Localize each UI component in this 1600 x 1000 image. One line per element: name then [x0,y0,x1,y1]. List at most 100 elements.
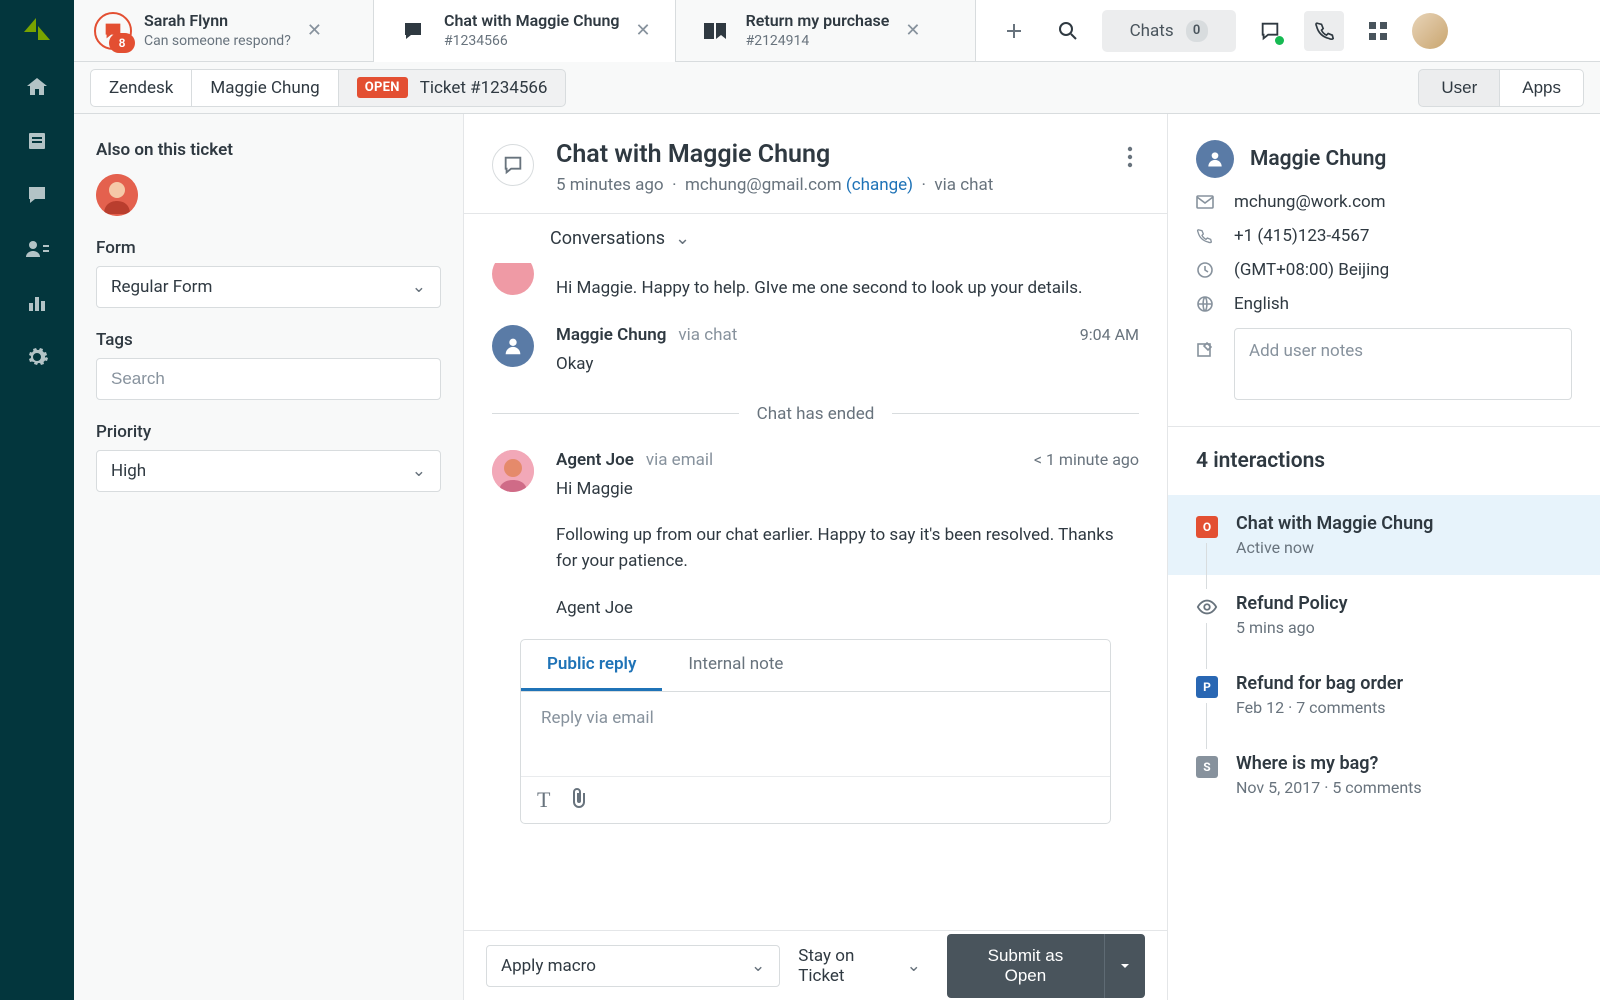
notes-icon [1196,342,1216,358]
message-thread[interactable]: Hi Maggie. Happy to help. GIve me one se… [464,263,1167,930]
user-toggle-button[interactable]: User [1418,69,1500,107]
tab-subtitle: #1234566 [444,32,619,50]
tab-chat-maggie[interactable]: Chat with Maggie Chung #1234566 ✕ [374,0,676,61]
user-info-panel: Maggie Chung mchung@work.com +1 (415)123… [1168,114,1600,1000]
customers-icon[interactable] [24,236,50,262]
phone-icon [1196,228,1216,244]
form-select[interactable]: Regular Form ⌄ [96,266,441,308]
also-on-ticket-heading: Also on this ticket [96,140,441,160]
user-phone[interactable]: +1 (415)123-4567 [1196,226,1572,246]
form-label: Form [96,238,441,258]
message-text: Agent Joe [556,595,1139,621]
globe-icon [1196,295,1216,313]
crumb-user[interactable]: Maggie Chung [192,69,338,107]
new-tab-button[interactable] [994,11,1034,51]
chevron-down-icon: ⌄ [751,956,765,976]
brand-logo[interactable] [20,12,54,46]
user-email[interactable]: mchung@work.com [1196,192,1572,212]
message-time: < 1 minute ago [1034,450,1139,469]
user-timezone[interactable]: (GMT+08:00) Beijing [1196,260,1572,280]
message-text: Following up from our chat earlier. Happ… [556,522,1139,575]
ticket-footer: Apply macro ⌄ Stay on Ticket ⌄ Submit as… [464,930,1167,1000]
profile-avatar[interactable] [1412,13,1448,49]
tags-label: Tags [96,330,441,350]
tab-status-icon [94,12,132,50]
interaction-item[interactable]: S Where is my bag? Nov 5, 2017 · 5 comme… [1168,735,1600,815]
tab-return-purchase[interactable]: Return my purchase #2124914 ✕ [676,0,976,61]
tab-title: Return my purchase [746,11,890,32]
home-icon[interactable] [24,74,50,100]
status-open-icon: O [1196,516,1218,538]
nav-rail [0,0,74,1000]
crumb-org[interactable]: Zendesk [90,69,192,107]
priority-label: Priority [96,422,441,442]
close-icon[interactable]: ✕ [631,16,654,45]
crumb-ticket[interactable]: OPEN Ticket #1234566 [339,69,567,107]
apply-macro-select[interactable]: Apply macro ⌄ [486,945,780,987]
tab-sarah-flynn[interactable]: Sarah Flynn Can someone respond? ✕ [74,0,374,61]
close-icon[interactable]: ✕ [303,16,326,45]
talk-icon[interactable] [1250,11,1290,51]
conversations-dropdown[interactable]: Conversations ⌄ [464,213,1167,263]
user-avatar [1196,140,1234,178]
conversation-panel: Chat with Maggie Chung 5 minutes ago · m… [464,114,1168,1000]
attachment-icon[interactable] [570,787,588,813]
reply-textarea[interactable]: Reply via email [521,692,1110,776]
phone-icon[interactable] [1304,11,1344,51]
chats-count: 0 [1186,20,1208,42]
conversation-meta: 5 minutes ago · mchung@gmail.com (change… [556,175,993,195]
breadcrumb-bar: Zendesk Maggie Chung OPEN Ticket #123456… [74,62,1600,114]
more-menu-icon[interactable] [1121,140,1139,174]
message-author: Agent Joe [556,450,634,470]
interaction-item[interactable]: Refund Policy 5 mins ago [1168,575,1600,655]
internal-note-tab[interactable]: Internal note [662,640,809,691]
text-format-icon[interactable]: T [537,787,550,813]
chat-bubble-icon [394,12,432,50]
interaction-item[interactable]: O Chat with Maggie Chung Active now [1168,495,1600,575]
ticket-number: Ticket #1234566 [420,78,548,98]
apps-grid-icon[interactable] [1358,11,1398,51]
message-text: Hi Maggie [556,476,1139,502]
apps-toggle-button[interactable]: Apps [1500,69,1584,107]
chevron-down-icon: ⌄ [412,277,426,297]
reports-icon[interactable] [24,290,50,316]
search-icon[interactable] [1048,11,1088,51]
public-reply-tab[interactable]: Public reply [521,640,662,691]
tab-subtitle: #2124914 [746,32,890,50]
user-language[interactable]: English [1196,294,1572,314]
chats-dropdown[interactable]: Chats 0 [1102,10,1236,52]
tags-input[interactable] [96,358,441,400]
tab-title: Sarah Flynn [144,11,291,32]
chat-channel-icon [492,144,534,186]
conversation-title: Chat with Maggie Chung [556,140,993,169]
user-name: Maggie Chung [1250,147,1386,171]
clock-icon [1196,261,1216,279]
submit-button[interactable]: Submit as Open [947,934,1104,998]
settings-icon[interactable] [24,344,50,370]
user-notes-input[interactable]: Add user notes [1234,328,1572,400]
eye-icon [1196,596,1218,618]
message-via: via chat [678,325,737,345]
message-text: Okay [556,351,1139,377]
interactions-heading: 4 interactions [1168,427,1600,495]
status-solved-icon: S [1196,756,1218,778]
avatar [492,325,534,367]
tab-title: Chat with Maggie Chung [444,11,619,32]
submit-dropdown[interactable] [1104,934,1145,998]
reply-composer: Public reply Internal note Reply via ema… [520,639,1111,824]
agent-avatar[interactable] [96,174,138,216]
chat-icon[interactable] [24,182,50,208]
priority-select[interactable]: High ⌄ [96,450,441,492]
interaction-item[interactable]: P Refund for bag order Feb 12 · 7 commen… [1168,655,1600,735]
views-icon[interactable] [24,128,50,154]
chevron-down-icon: ⌄ [907,956,921,976]
stay-on-ticket-dropdown[interactable]: Stay on Ticket ⌄ [798,946,921,986]
message-author: Maggie Chung [556,325,666,345]
interactions-list: O Chat with Maggie Chung Active now Refu… [1168,495,1600,815]
avatar [492,263,534,295]
chats-label: Chats [1130,21,1174,41]
chat-ended-divider: Chat has ended [492,404,1139,424]
chevron-down-icon: ⌄ [412,461,426,481]
change-email-link[interactable]: (change) [846,175,913,195]
close-icon[interactable]: ✕ [901,16,924,45]
